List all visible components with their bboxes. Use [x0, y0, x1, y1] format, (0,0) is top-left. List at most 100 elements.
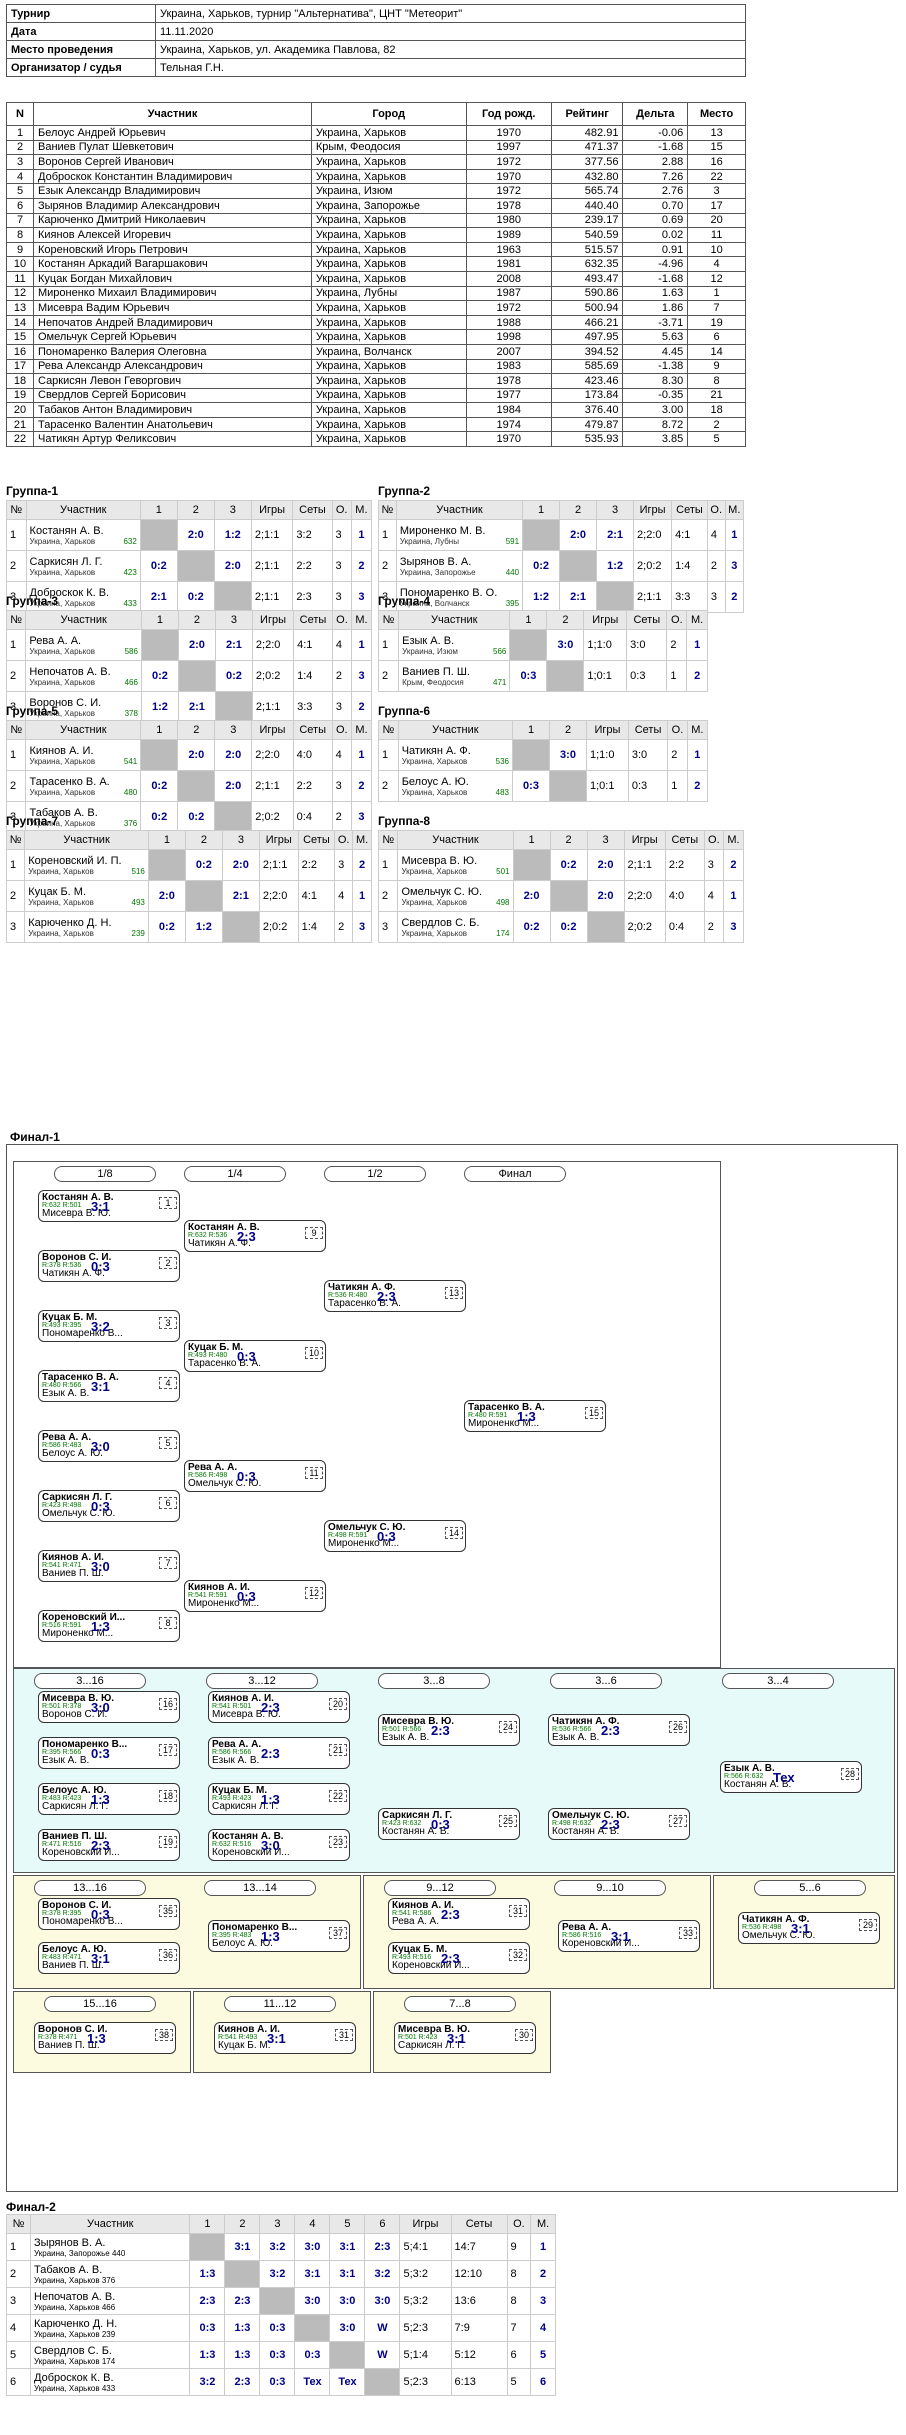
group-title: Группа-8	[378, 814, 431, 828]
player-cell: 16	[687, 154, 746, 170]
group-games: 2;1:1	[251, 691, 295, 723]
group-header: 1	[140, 720, 179, 740]
player-cell: Украина, Харьков	[310, 416, 467, 433]
player-cell: Украина, Харьков	[310, 329, 467, 345]
group-score: 0:3	[512, 770, 550, 802]
player-row: 22 Чатикян Артур Феликсович Украина, Харьк…	[6, 431, 746, 448]
player-cell: Украина, Лубны	[310, 285, 467, 302]
players-header: Место	[687, 102, 746, 126]
player-city: Украина, Харьков 501	[401, 866, 510, 876]
player-cell: 9	[687, 358, 746, 375]
final2-score: Тех	[294, 2368, 331, 2396]
group-header: Игры	[258, 830, 299, 850]
player-cell: Украина, Харьков	[310, 125, 467, 141]
group-score	[522, 519, 561, 551]
group-table: № Участник 1 2 3 Игры Сеты О. М. 1 Мисевра В. Ю. Ук…	[377, 830, 745, 943]
group-header: Участник	[397, 830, 514, 850]
group-row: 1 Рева А. А. Украина, Харьков 586 2:0 2:1 2;2:…	[5, 629, 372, 661]
player-cell: 590.86	[550, 285, 624, 302]
player-cell: 15	[687, 139, 746, 156]
final2-header: Сеты	[450, 2214, 508, 2234]
player-name: Непочатов А. В.	[34, 2290, 116, 2303]
player-cell: 7	[6, 212, 34, 229]
round-label: 3...8	[378, 1673, 490, 1689]
group-header: 2	[546, 610, 585, 630]
group-place: 2	[351, 691, 372, 723]
group-points: 2	[667, 739, 688, 771]
match-box: Костанян А. В. R:632 R:536 Чатикян А. Ф. 2:…	[184, 1220, 326, 1252]
player-city: Украина, Запорожье 440	[399, 567, 520, 577]
group-header: 3	[214, 720, 253, 740]
group-score: 2:0	[559, 519, 598, 551]
player-city: Украина, Изюм 566	[402, 646, 507, 656]
match-box: Рева А. А. R:586 R:498 Омельчук С. Ю. 0:3 11	[184, 1460, 326, 1492]
group-place: 2	[724, 581, 745, 613]
player-cell: 1984	[465, 402, 552, 418]
final2-score: 3:1	[329, 2260, 366, 2288]
match-number: 19	[159, 1836, 177, 1848]
group-header: №	[377, 610, 400, 630]
group-header: Участник	[25, 610, 142, 630]
final2-score: 3:0	[329, 2287, 366, 2315]
group-score: 0:2	[184, 849, 223, 881]
player-rating: 501	[496, 866, 510, 876]
final2-title: Финал-2	[6, 2200, 56, 2214]
player-name: Свердлов С. Б.	[401, 916, 480, 929]
match-number: 24	[499, 1721, 517, 1733]
player-cell: 10	[6, 256, 34, 272]
final2-place: 2	[530, 2260, 556, 2288]
player-cell: 1972	[465, 154, 552, 170]
final2-games: 5;4:1	[399, 2233, 452, 2261]
player-cell: Украина, Харьков	[310, 373, 467, 389]
match-box: Саркисян Л. Г. R:423 R:498 Омельчук С. Ю. 0…	[38, 1490, 180, 1522]
group-score	[549, 880, 588, 912]
group-header: №	[6, 500, 27, 520]
group-score: 0:2	[522, 550, 561, 582]
group-row: 2 Тарасенко В. А. Украина, Харьков 480 0:2 2:…	[5, 770, 373, 802]
player-cell: 482.91	[550, 125, 624, 141]
match-score: 3:1	[791, 1921, 810, 1936]
player-cell: Доброскок Константин Владимирович	[33, 168, 312, 185]
player-cell: 2.88	[622, 154, 689, 170]
group-place: 3	[724, 550, 745, 582]
players-header: Дельта	[622, 102, 689, 126]
player-row: 16 Пономаренко Валерия Олеговна Украина, В…	[6, 343, 746, 360]
group-points: 2	[703, 911, 724, 943]
group-row: 1 Мисевра В. Ю. Украина, Харьков 501 0:2 2:0 2…	[377, 849, 745, 881]
match-score: 2:3	[261, 1746, 280, 1761]
round-label: 1/2	[324, 1166, 426, 1182]
player-cell: Украина, Харьков	[310, 402, 467, 418]
match-box: Пономаренко В... R:395 R:566 Езык А. В. 0:3…	[38, 1737, 180, 1769]
match-player-b: Езык А. В.	[212, 1755, 260, 1766]
match-number: 10	[305, 1347, 323, 1359]
player-cell: 1963	[465, 241, 552, 258]
group-score	[596, 581, 635, 613]
match-box: Киянов А. И. R:541 R:471 Ваниев П. Ш. 3:0 7	[38, 1550, 180, 1582]
group-score	[559, 550, 598, 582]
consolation-bracket: 3...16 3...12 3...8 3...6 3...4 Мисевра В. Ю.…	[13, 1668, 895, 1873]
group-header: 2	[177, 610, 216, 630]
info-key: Организатор / судья	[6, 58, 156, 77]
group-header: Игры	[586, 720, 629, 740]
group-player: Карюченко Д. Н. Украина, Харьков 239	[24, 911, 149, 943]
group-games: 2;1:1	[250, 550, 294, 582]
group-header: Участник	[398, 610, 511, 630]
group-score: 2:1	[559, 581, 598, 613]
final2-score: 2:3	[189, 2287, 226, 2315]
player-cell: -3.71	[622, 314, 689, 331]
match-number: 33	[679, 1927, 697, 1939]
group-sets: 4:0	[664, 880, 705, 912]
player-cell: 632.35	[550, 256, 624, 272]
group-sets: 0:4	[292, 801, 333, 833]
player-rating: 423	[123, 567, 137, 577]
player-cell: Зырянов Владимир Александрович	[33, 197, 312, 214]
group-points: 4	[334, 880, 354, 912]
match-box: Белоус А. Ю. R:483 R:471 Ваниев П. Ш. 3:1 36	[38, 1942, 180, 1974]
player-rating: 541	[123, 756, 138, 766]
group-player: Рева А. А. Украина, Харьков 586	[25, 629, 142, 661]
final2-score: 3:0	[294, 2233, 331, 2261]
group-player: Куцак Б. М. Украина, Харьков 493	[24, 880, 149, 912]
player-cell: 14	[6, 314, 34, 331]
group-score: 2:1	[596, 519, 635, 551]
player-rating: 174	[496, 928, 510, 938]
